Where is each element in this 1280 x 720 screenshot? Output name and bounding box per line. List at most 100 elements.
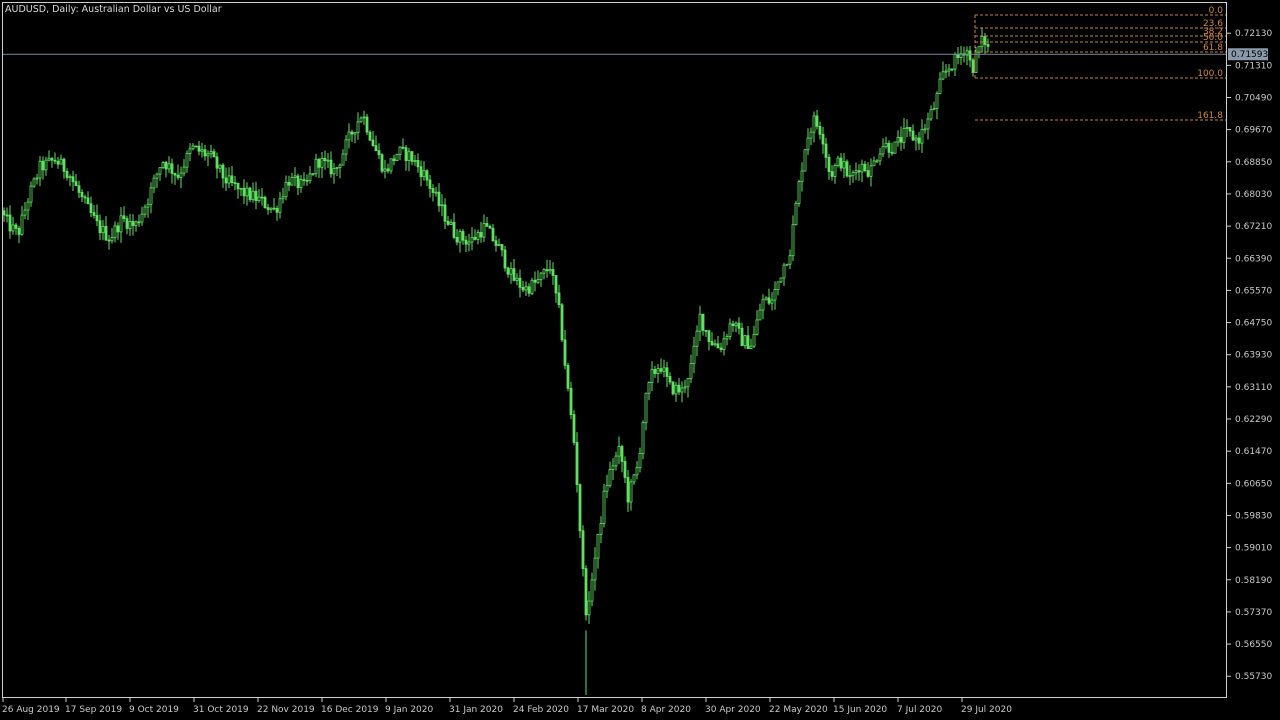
candle-body — [977, 46, 981, 53]
candle-body — [32, 178, 36, 187]
candle-body — [548, 269, 552, 272]
candle-body — [233, 182, 237, 185]
candle-body — [872, 160, 876, 167]
candle-body — [692, 345, 696, 364]
candle-body — [950, 68, 954, 71]
candle-body — [29, 185, 33, 203]
price-tick-label: 0.68850 — [1235, 158, 1272, 168]
candle-body — [908, 127, 912, 132]
candle-body — [581, 530, 585, 569]
candle-body — [674, 384, 678, 395]
candle-body — [470, 236, 474, 243]
candle-body — [737, 322, 741, 329]
candle-body — [653, 369, 657, 374]
candle-body — [62, 158, 66, 172]
candle-body — [251, 190, 255, 201]
candle-body — [374, 145, 378, 152]
price-tick-label: 0.70490 — [1235, 93, 1272, 103]
candle-body — [266, 207, 270, 210]
candle-body — [227, 175, 231, 184]
candle-body — [605, 484, 609, 492]
candle-body — [299, 179, 303, 189]
candle-body — [329, 159, 333, 175]
candle-body — [890, 151, 894, 154]
price-tick-label: 0.59010 — [1235, 544, 1272, 554]
candle-body — [818, 126, 822, 135]
candle-body — [983, 36, 987, 45]
candle-body — [881, 146, 885, 155]
candle-body — [35, 177, 39, 180]
candle-body — [110, 237, 114, 242]
candle-body — [248, 187, 252, 201]
fibo-level-label: 61.8 — [1203, 43, 1223, 53]
candle-body — [845, 161, 849, 177]
candle-body — [665, 367, 669, 377]
candle-body — [83, 196, 87, 199]
candle-body — [371, 139, 375, 147]
candle-body — [587, 600, 591, 616]
candle-body — [344, 139, 348, 155]
candle-body — [410, 151, 414, 162]
candle-body — [428, 179, 432, 189]
candle-body — [740, 327, 744, 347]
candle-body — [563, 339, 567, 366]
candle-body — [308, 173, 312, 181]
candle-body — [761, 299, 765, 311]
candle-body — [779, 277, 783, 283]
candle-body — [320, 158, 324, 168]
candle-body — [356, 121, 360, 133]
candle-body — [896, 137, 900, 143]
candle-body — [854, 170, 858, 174]
candle-body — [800, 170, 804, 182]
time-tick-label: 22 May 2020 — [769, 705, 828, 715]
candle-body — [857, 170, 861, 173]
candle-body — [620, 446, 624, 462]
candle-body — [749, 345, 753, 350]
candle-body — [425, 170, 429, 181]
candle-body — [41, 160, 45, 171]
time-tick-label: 17 Sep 2019 — [65, 705, 122, 715]
candle-body — [953, 53, 957, 70]
candle-body — [920, 129, 924, 144]
time-tick-label: 31 Oct 2019 — [193, 705, 249, 715]
candle-body — [704, 330, 708, 332]
candle-body — [536, 279, 540, 283]
candle-body — [662, 367, 666, 372]
candle-body — [293, 175, 297, 178]
candle-body — [512, 268, 516, 281]
candle-body — [74, 181, 78, 187]
candle-body — [929, 109, 933, 120]
candle-body — [281, 196, 285, 200]
candle-body — [38, 160, 42, 179]
candle-body — [848, 175, 852, 178]
price-tick-label: 0.63110 — [1235, 383, 1272, 393]
candle-body — [101, 226, 105, 234]
fibo-level-label: 100.0 — [1197, 69, 1223, 79]
candle-body — [269, 207, 273, 210]
price-tick-label: 0.65570 — [1235, 286, 1272, 296]
candle-body — [698, 313, 702, 332]
candle-body — [530, 279, 534, 294]
candle-body — [128, 221, 132, 229]
candle-body — [449, 221, 453, 225]
candle-body — [164, 161, 168, 170]
candle-body — [659, 368, 663, 372]
candle-body — [239, 187, 243, 190]
candle-body — [47, 157, 51, 161]
candle-body — [176, 174, 180, 178]
time-tick-label: 22 Nov 2019 — [257, 705, 315, 715]
candle-body — [296, 175, 300, 189]
candle-body — [806, 137, 810, 151]
candle-body — [443, 204, 447, 222]
candle-body — [815, 115, 819, 127]
price-chart[interactable]: AUDUSD, Daily: Australian Dollar vs US D… — [0, 0, 1280, 720]
time-tick-label: 31 Jan 2020 — [449, 705, 503, 715]
candle-body — [884, 142, 888, 148]
candle-body — [809, 131, 813, 139]
time-tick-label: 9 Oct 2019 — [129, 705, 179, 715]
candle-body — [116, 225, 120, 233]
candle-body — [599, 523, 603, 535]
candle-body — [392, 158, 396, 162]
candle-body — [833, 165, 837, 177]
candle-body — [350, 131, 354, 135]
